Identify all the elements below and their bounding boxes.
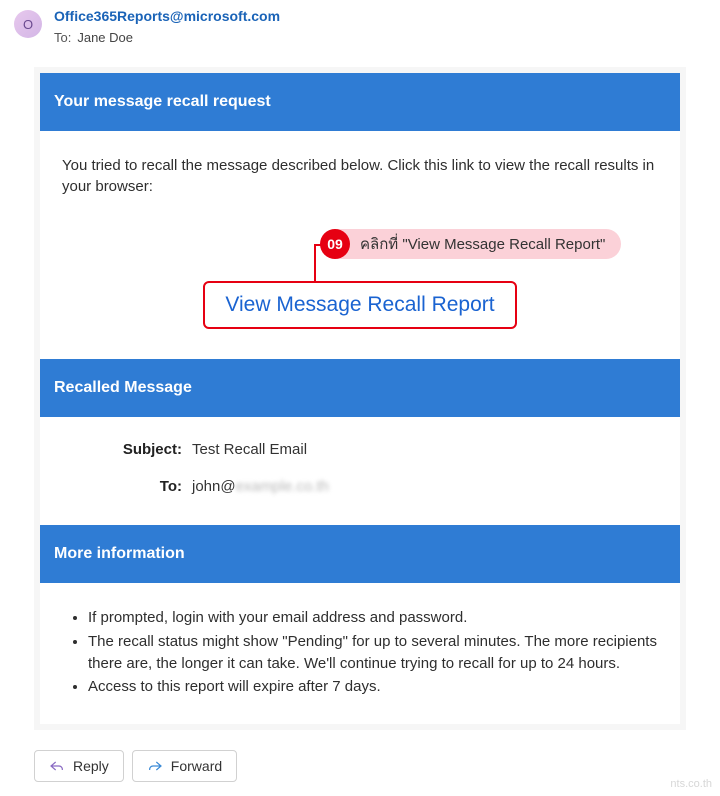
recipient-blurred: example.co.th	[236, 478, 329, 495]
recipient-label: To:	[62, 478, 182, 495]
instruction-callout: 09 คลิกที่ "View Message Recall Report"	[62, 229, 658, 261]
section-recalled-message-header: Recalled Message	[40, 359, 680, 417]
to-line: To: Jane Doe	[54, 30, 280, 45]
reply-button[interactable]: Reply	[34, 750, 124, 782]
callout-step-number: 09	[320, 229, 350, 259]
callout-pill: 09 คลิกที่ "View Message Recall Report"	[322, 229, 621, 259]
section-more-info-header: More information	[40, 525, 680, 583]
list-item: Access to this report will expire after …	[88, 676, 658, 698]
section-recall-request-header: Your message recall request	[40, 73, 680, 131]
section-more-info-body: If prompted, login with your email addre…	[40, 583, 680, 724]
from-address[interactable]: Office365Reports@microsoft.com	[54, 8, 280, 24]
section-recall-request-body: You tried to recall the message describe…	[40, 131, 680, 359]
avatar: O	[14, 10, 42, 38]
forward-icon	[147, 758, 163, 774]
forward-label: Forward	[171, 758, 222, 774]
recipient-value: john@example.co.th	[182, 478, 329, 495]
recipient-visible: john@	[192, 478, 236, 495]
info-list: If prompted, login with your email addre…	[62, 607, 658, 698]
email-header: O Office365Reports@microsoft.com To: Jane…	[0, 0, 720, 53]
reply-label: Reply	[73, 758, 109, 774]
list-item: If prompted, login with your email addre…	[88, 607, 658, 629]
forward-button[interactable]: Forward	[132, 750, 237, 782]
section-recalled-message-body: Subject: Test Recall Email To: john@exam…	[40, 417, 680, 525]
email-body-card: Your message recall request You tried to…	[34, 67, 686, 730]
callout-step-text: คลิกที่ "View Message Recall Report"	[360, 232, 605, 256]
view-recall-report-link[interactable]: View Message Recall Report	[203, 281, 516, 329]
action-bar: Reply Forward	[34, 750, 720, 782]
reply-icon	[49, 758, 65, 774]
list-item: The recall status might show "Pending" f…	[88, 631, 658, 675]
to-value: Jane Doe	[77, 30, 133, 45]
to-label: To:	[54, 30, 71, 45]
subject-label: Subject:	[62, 441, 182, 458]
subject-value: Test Recall Email	[182, 441, 307, 458]
watermark: nts.co.th	[670, 778, 712, 790]
recall-intro-text: You tried to recall the message describe…	[62, 155, 658, 197]
